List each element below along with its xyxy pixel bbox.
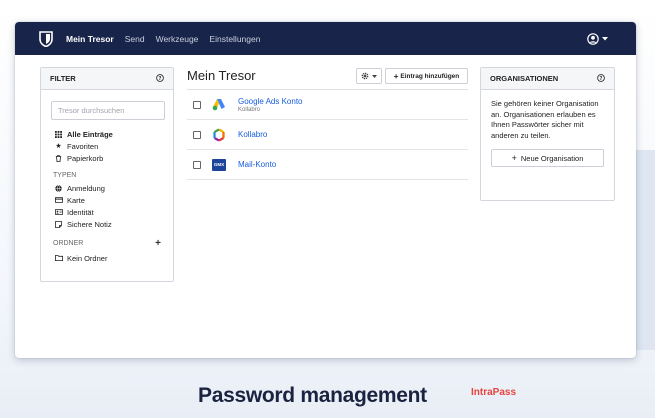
grid-icon <box>53 130 64 138</box>
credit-card-icon <box>53 197 64 203</box>
folder-label: Kein Ordner <box>67 253 108 263</box>
item-checkbox[interactable] <box>193 130 201 139</box>
plus-icon: + <box>393 71 399 81</box>
nav-settings[interactable]: Einstellungen <box>209 34 260 44</box>
globe-icon <box>53 184 64 192</box>
filter-list: Alle Einträge ★ Favoriten Papierkorb <box>41 128 173 164</box>
type-secure-note[interactable]: Sichere Notiz <box>53 218 173 230</box>
item-text: Mail-Konto <box>238 160 276 169</box>
settings-dropdown-button[interactable] <box>356 68 382 84</box>
type-card[interactable]: Karte <box>53 194 173 206</box>
nav-my-vault[interactable]: Mein Tresor <box>66 34 114 44</box>
vault-item-row[interactable]: Google Ads Konto Kollabro <box>187 90 468 120</box>
brand-logo-text: IntraPass <box>471 387 517 398</box>
vault-search-input[interactable] <box>51 101 165 120</box>
app-window: Mein Tresor Send Werkzeuge Einstellungen… <box>15 22 636 358</box>
item-name[interactable]: Mail-Konto <box>238 160 276 169</box>
item-checkbox[interactable] <box>193 100 201 109</box>
folder-icon <box>53 255 64 261</box>
folders-title: ORDNER <box>53 240 84 247</box>
type-label: Karte <box>67 195 85 205</box>
type-label: Sichere Notiz <box>67 219 112 229</box>
new-organization-button[interactable]: + Neue Organisation <box>491 149 604 167</box>
svg-text:?: ? <box>600 75 603 81</box>
types-title: TYPEN <box>53 172 77 179</box>
add-item-label: Eintrag hinzufügen <box>400 72 460 80</box>
gear-icon <box>361 72 369 80</box>
filter-label: Favoriten <box>67 141 99 151</box>
organizations-title: ORGANISATIONEN <box>490 74 559 83</box>
folder-none[interactable]: Kein Ordner <box>53 252 173 264</box>
filter-favorites[interactable]: ★ Favoriten <box>53 140 173 152</box>
nav-send[interactable]: Send <box>125 34 145 44</box>
organizations-description: Sie gehören keiner Organisation an. Orga… <box>491 99 599 140</box>
folders-section-title: ORDNER + <box>53 238 161 249</box>
google-ads-icon <box>212 98 226 112</box>
types-section-title: TYPEN <box>53 172 161 179</box>
caret-down-icon <box>372 74 377 78</box>
type-identity[interactable]: Identität <box>53 206 173 218</box>
user-circle-icon <box>587 32 599 45</box>
filter-header: FILTER ? <box>41 68 173 90</box>
organizations-header: ORGANISATIONEN ? <box>481 68 614 90</box>
shield-logo-icon[interactable] <box>39 30 53 47</box>
add-item-button[interactable]: + Eintrag hinzufügen <box>385 68 468 84</box>
folders-list: Kein Ordner <box>41 252 173 264</box>
filter-trash[interactable]: Papierkorb <box>53 152 173 164</box>
item-subtitle: Kollabro <box>238 106 261 113</box>
vault-item-row[interactable]: GMX Mail-Konto <box>187 150 468 180</box>
filter-label: Papierkorb <box>67 153 104 163</box>
vault-item-row[interactable]: Kollabro <box>187 120 468 150</box>
top-navbar: Mein Tresor Send Werkzeuge Einstellungen <box>15 22 636 55</box>
trash-icon <box>53 154 64 162</box>
item-name[interactable]: Google Ads Konto <box>238 97 303 106</box>
filter-title: FILTER <box>50 74 76 83</box>
gmx-logo-text: GMX <box>212 158 226 171</box>
help-icon[interactable]: ? <box>156 73 164 84</box>
type-label: Identität <box>67 207 94 217</box>
filter-label: Alle Einträge <box>67 129 113 139</box>
item-name[interactable]: Kollabro <box>238 130 267 139</box>
plus-icon: + <box>511 153 517 163</box>
id-card-icon <box>53 209 64 215</box>
filter-all-items[interactable]: Alle Einträge <box>53 128 173 140</box>
type-label: Anmeldung <box>67 183 105 193</box>
add-folder-plus-icon[interactable]: + <box>155 238 161 249</box>
nav-tools[interactable]: Werkzeuge <box>156 34 199 44</box>
organizations-panel: ORGANISATIONEN ? Sie gehören keiner Orga… <box>480 67 615 201</box>
help-icon[interactable]: ? <box>597 73 605 84</box>
page-title: Mein Tresor <box>187 68 256 83</box>
svg-text:?: ? <box>159 75 162 81</box>
caption-title: Password management <box>198 384 427 407</box>
user-menu[interactable] <box>587 32 608 45</box>
item-checkbox[interactable] <box>193 160 201 169</box>
vault-item-list: Google Ads Konto Kollabro Kollabro GMX M… <box>187 90 468 180</box>
types-list: Anmeldung Karte Identität Sichere Notiz <box>41 182 173 230</box>
caret-down-icon <box>602 36 608 40</box>
new-organization-label: Neue Organisation <box>520 153 584 163</box>
star-icon: ★ <box>55 143 62 150</box>
note-icon <box>53 220 64 228</box>
item-text: Kollabro <box>238 130 267 139</box>
item-text: Google Ads Konto Kollabro <box>238 97 303 113</box>
type-login[interactable]: Anmeldung <box>53 182 173 194</box>
gmx-icon: GMX <box>212 158 226 172</box>
filter-panel: FILTER ? Alle Einträge ★ Favoriten <box>40 67 174 282</box>
kollabro-icon <box>212 128 226 142</box>
